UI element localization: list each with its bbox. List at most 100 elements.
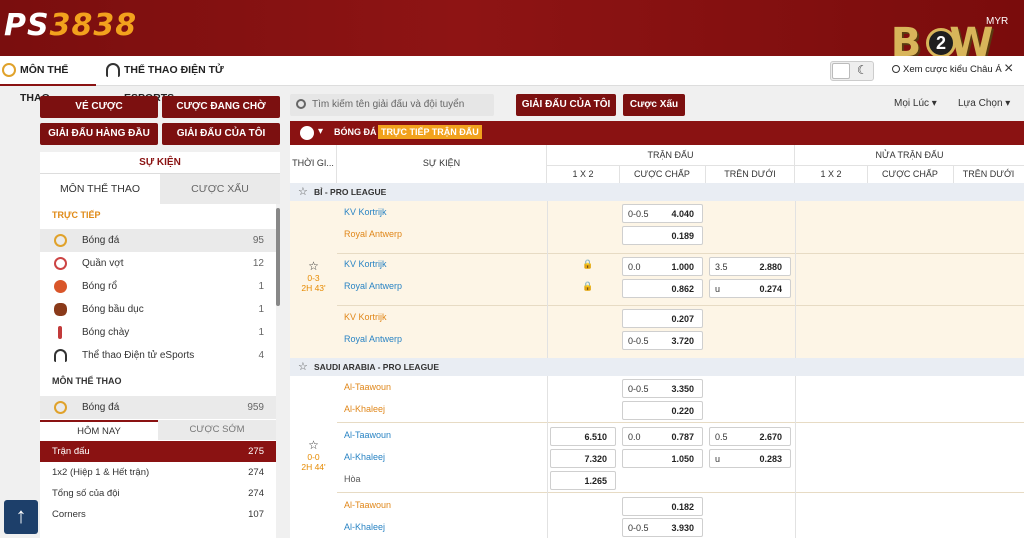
odds-cell[interactable]: 0-0.5 3.720 xyxy=(622,331,703,350)
my-leagues-toolbar-button[interactable]: GIẢI ĐẤU CỦA TÔI xyxy=(516,94,616,116)
team-away: Royal Antwerp xyxy=(344,334,403,344)
sidebar-item-baseball[interactable]: Bóng chày 1 xyxy=(40,321,276,344)
search-input[interactable]: Tìm kiếm tên giải đấu và đội tuyển xyxy=(290,94,494,116)
time-filter-dropdown[interactable]: Mọi Lúc ▾ xyxy=(894,98,937,109)
odds-cell[interactable]: u 0.274 xyxy=(709,279,791,298)
team-home: Al-Taawoun xyxy=(344,382,392,392)
tab-early[interactable]: CƯỢC SỚM xyxy=(158,420,276,440)
globe-icon xyxy=(892,65,900,73)
options-dropdown[interactable]: Lựa Chọn ▾ xyxy=(958,98,1010,109)
top-header: PS3838 BW 2 MYR xyxy=(0,0,1024,66)
col-time: THỜI GI... xyxy=(290,145,337,183)
odds-cell[interactable]: 0.220 xyxy=(622,401,703,420)
search-icon xyxy=(296,99,306,109)
star-icon[interactable]: ☆ xyxy=(308,259,319,273)
star-icon[interactable]: ☆ xyxy=(298,358,308,376)
bet-type-1x2[interactable]: 1x2 (Hiệp 1 & Hết trận) 274 xyxy=(40,462,276,483)
sidebar-scrollbar[interactable] xyxy=(276,208,280,306)
odds-cell[interactable]: 0.189 xyxy=(622,226,703,245)
sports-section-label: MÔN THỂ THAO xyxy=(52,376,122,386)
ps3838-logo[interactable]: PS3838 xyxy=(4,8,137,43)
sidebar-item-esports[interactable]: Thể thao Điện tử eSports 4 xyxy=(40,344,276,367)
team-home: Al-Taawoun xyxy=(344,430,392,440)
star-icon[interactable]: ☆ xyxy=(298,183,308,201)
bad-bets-button[interactable]: Cược Xấu xyxy=(623,94,685,116)
team-away: Royal Antwerp xyxy=(344,229,403,239)
team-home: KV Kortrijk xyxy=(344,259,387,269)
sidebar-item-tennis[interactable]: Quần vợt 12 xyxy=(40,252,276,275)
match-block: ☆ 0-0 2H 44' Al-Taawoun Al-Khaleej 0-0.5… xyxy=(290,376,1024,538)
odds-cell[interactable]: u 0.283 xyxy=(709,449,791,468)
odds-cell[interactable]: 1.265 xyxy=(550,471,616,490)
sidebar-item-basketball[interactable]: Bóng rổ 1 xyxy=(40,275,276,298)
league-header[interactable]: ☆ BỈ - PRO LEAGUE xyxy=(290,183,1024,201)
scroll-top-button[interactable]: ↑ xyxy=(4,500,38,534)
my-leagues-button[interactable]: GIẢI ĐẤU CỦA TÔI xyxy=(162,123,280,145)
odds-cell[interactable]: 0.5 2.670 xyxy=(709,427,791,446)
team-away: Al-Khaleej xyxy=(344,522,386,532)
headset-icon xyxy=(106,63,120,77)
soccer-ball-icon xyxy=(54,234,67,247)
team-home: Al-Taawoun xyxy=(344,500,392,510)
team-home: KV Kortrijk xyxy=(344,207,387,217)
odds-cell[interactable]: 6.510 xyxy=(550,427,616,446)
odds-cell[interactable]: 0.207 xyxy=(622,309,703,328)
odds-cell[interactable]: 7.320 xyxy=(550,449,616,468)
odds-type-select[interactable]: Xem cược kiểu Châu Á xyxy=(892,64,1002,75)
live-badge[interactable]: TRỰC TIẾP TRẬN ĐẤU xyxy=(378,125,482,139)
odds-cell[interactable]: 0.0 0.787 xyxy=(622,427,703,446)
top-leagues-button[interactable]: GIẢI ĐẤU HÀNG ĐẦU xyxy=(40,123,158,145)
sidebar-tabs: MÔN THỂ THAO CƯỢC XẤU xyxy=(40,174,280,204)
basketball-icon xyxy=(54,280,67,293)
soccer-ball-icon xyxy=(2,63,16,77)
main-toolbar: Tìm kiếm tên giải đấu và đội tuyển GIẢI … xyxy=(290,94,1024,118)
left-sidebar: VÉ CƯỢC CƯỢC ĐANG CHỜ GIẢI ĐẤU HÀNG ĐẦU … xyxy=(40,94,280,538)
headset-icon xyxy=(54,349,67,362)
sidebar-item-football[interactable]: Bóng đá 959 xyxy=(40,396,276,419)
odds-cell[interactable]: 0.0 1.000 xyxy=(622,257,703,276)
match-time: ☆ 0-0 2H 44' xyxy=(301,438,326,472)
sidebar-item-american-football[interactable]: Bóng bầu dục 1 xyxy=(40,298,276,321)
odds-cell[interactable]: 0.862 xyxy=(622,279,703,298)
tab-today[interactable]: HÔM NAY xyxy=(40,420,158,440)
sports-list: TRỰC TIẾP Bóng đá 95 Quần vợt 12 Bóng rổ 1 … xyxy=(40,204,276,538)
bet-type-corners[interactable]: Corners 107 xyxy=(40,504,276,525)
live-section-label: TRỰC TIẾP xyxy=(52,210,101,220)
sport-header: ▾ BÓNG ĐÁ TRỰC TIẾP TRẬN ĐẤU xyxy=(290,121,1024,145)
lock-icon: 🔒 xyxy=(582,281,594,291)
tab-sports[interactable]: MÔN THỂ THAO xyxy=(0,56,96,104)
bet-type-match[interactable]: Trận đấu 275 xyxy=(40,441,276,462)
sidebar-item-football-live[interactable]: Bóng đá 95 xyxy=(40,229,276,252)
soccer-ball-icon xyxy=(300,126,314,140)
american-football-icon xyxy=(54,303,67,316)
close-icon[interactable]: × xyxy=(1004,60,1013,78)
sidebar-tab-bad-bets[interactable]: CƯỢC XẤU xyxy=(160,174,280,204)
odds-cell[interactable]: 0-0.5 4.040 xyxy=(622,204,703,223)
lock-icon: 🔒 xyxy=(582,259,594,269)
events-header: SỰ KIỆN xyxy=(40,152,280,174)
odds-table: ▾ BÓNG ĐÁ TRỰC TIẾP TRẬN ĐẤU THỜI GI... … xyxy=(290,121,1024,538)
moon-icon: ☾ xyxy=(857,63,868,77)
tennis-racket-icon xyxy=(54,257,67,270)
team-home: KV Kortrijk xyxy=(344,312,387,322)
league-header[interactable]: ☆ SAUDI ARABIA - PRO LEAGUE xyxy=(290,358,1024,376)
sidebar-tab-sports[interactable]: MÔN THỂ THAO xyxy=(40,174,160,204)
baseball-bat-icon xyxy=(58,326,62,339)
tab-esports[interactable]: THỂ THAO ĐIỆN TỬ ESPORTS xyxy=(104,56,274,104)
soccer-ball-icon xyxy=(54,401,67,414)
odds-cell[interactable]: 0.182 xyxy=(622,497,703,516)
odds-cell[interactable]: 0-0.5 3.930 xyxy=(622,518,703,537)
bet-slip-button[interactable]: VÉ CƯỢC xyxy=(40,96,158,118)
star-icon[interactable]: ☆ xyxy=(308,438,319,452)
pending-bets-button[interactable]: CƯỢC ĐANG CHỜ xyxy=(162,96,280,118)
odds-cell[interactable]: 3.5 2.880 xyxy=(709,257,791,276)
odds-cell[interactable]: 0-0.5 3.350 xyxy=(622,379,703,398)
chevron-down-icon[interactable]: ▾ xyxy=(318,126,323,137)
draw-label: Hòa xyxy=(344,474,361,484)
day-tabs: HÔM NAY CƯỢC SỚM xyxy=(40,420,276,440)
team-away: Al-Khaleej xyxy=(344,404,386,414)
bet-type-team-total[interactable]: Tổng số của đội 274 xyxy=(40,483,276,504)
currency-label[interactable]: MYR xyxy=(986,16,1008,27)
odds-cell[interactable]: 1.050 xyxy=(622,449,703,468)
theme-toggle[interactable]: ☾ xyxy=(830,61,874,81)
